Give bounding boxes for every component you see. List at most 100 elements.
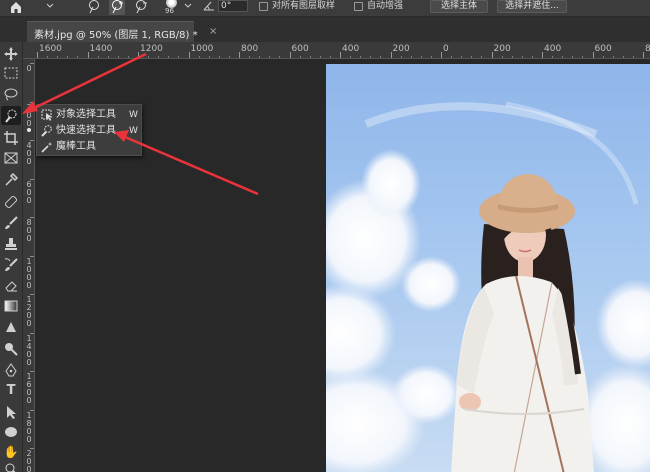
ruler-tick [30,101,34,103]
brush-picker-chevron-icon[interactable] [184,0,192,17]
ruler-tick [30,448,34,449]
magic-wand-icon [41,142,53,153]
ruler-label: 0 [443,44,449,54]
ruler-label: 400 [544,44,562,54]
flyout-item-object-selection[interactable]: 对象选择工具 W [37,107,141,123]
frame-tool-icon[interactable] [1,149,21,168]
subtract-from-selection-mode-button[interactable] [133,0,149,15]
ruler-label: 400 [342,44,360,54]
move-tool-icon[interactable] [1,44,21,63]
quick-selection-icon [41,125,52,137]
ruler-label: 2 0 0 0 [26,449,32,472]
ruler-tick [390,52,392,58]
ruler-tick [30,332,34,334]
brush-size-value: 96 [165,7,174,15]
lasso-tool-icon[interactable] [1,85,21,104]
ellipse-tool-icon[interactable] [1,423,21,442]
ruler-label: 600 [291,44,309,54]
options-bar: 96 0° 对所有图层取样 自动增强 选择主体 选择并遮住... [0,0,650,17]
ruler-tick [643,52,644,58]
document-tab-title: 素材.jpg @ 50% (图层 1, RGB/8) * [34,30,198,41]
ruler-label: 1 6 0 0 [26,372,32,405]
flyout-item-quick-selection[interactable]: 快速选择工具 W [27,123,141,139]
ruler-tick [491,52,493,58]
healing-brush-tool-icon[interactable] [1,192,21,211]
ruler-tick [542,52,543,58]
ruler-label: 200 [392,44,410,54]
ruler-label: 1000 [190,44,214,54]
ruler-label: 1 8 0 0 [26,410,32,444]
ruler-label: 1 2 0 0 [26,295,32,328]
marquee-tool-icon[interactable] [1,64,21,83]
path-selection-tool-icon[interactable] [1,402,21,421]
vertical-ruler: 0 2 0 0 4 0 0 6 0 0 8 0 0 1 0 0 0 1 2 0 0 1 4 0… [23,59,35,472]
new-selection-mode-button[interactable] [86,0,102,15]
ruler-label: 200 [493,44,511,54]
quick-selection-tool-icon[interactable] [1,106,21,125]
ruler-tick [30,63,34,64]
ruler-tick [138,52,139,58]
ruler-tick [30,140,34,141]
pen-tool-icon[interactable] [1,360,21,379]
tool-flyout-menu: 对象选择工具 W 快速选择工具 W 魔棒工具 [27,104,142,156]
auto-enhance-label: 自动增强 [367,1,404,11]
tools-panel: T ✋ [0,42,23,472]
eraser-tool-icon[interactable] [1,276,21,295]
sample-all-layers-label: 对所有图层取样 [272,1,336,11]
document-tab[interactable]: 素材.jpg @ 50% (图层 1, RGB/8) * × [27,21,217,42]
history-brush-tool-icon[interactable] [1,255,21,274]
active-tool-bullet-icon [27,128,31,132]
photo-image[interactable] [326,64,650,472]
flyout-item-magic-wand[interactable]: 魔棒工具 [37,139,141,155]
blur-tool-icon[interactable] [1,318,21,337]
ruler-tick [87,52,89,58]
ruler-tick [441,52,442,58]
ruler-tick [592,52,594,58]
ruler-label: 6 0 0 [26,179,32,205]
document-tab-bar: 素材.jpg @ 50% (图层 1, RGB/8) * × [0,17,650,42]
angle-input[interactable]: 0° [218,0,248,12]
flyout-item-label: 快速选择工具 [56,125,116,136]
brush-tool-icon[interactable] [1,213,21,232]
flyout-item-shortcut: W [129,110,138,120]
flyout-item-label: 魔棒工具 [56,141,96,152]
angle-icon [203,0,215,17]
ruler-tick [30,217,34,218]
select-subject-button[interactable]: 选择主体 [430,0,488,13]
crop-tool-icon[interactable] [1,128,21,147]
zoom-tool-icon[interactable] [1,460,21,472]
gradient-tool-icon[interactable] [1,297,21,316]
clone-stamp-tool-icon[interactable] [1,234,21,253]
ruler-tick [188,52,190,58]
ruler-label: 0 [26,64,32,73]
ruler-label: 600 [594,44,612,54]
ruler-tick [30,371,34,372]
flyout-item-shortcut: W [129,126,138,136]
home-icon[interactable] [9,0,23,17]
eyedropper-tool-icon[interactable] [1,170,21,189]
tool-preset-chevron-icon[interactable] [46,0,56,17]
close-tab-icon[interactable]: × [209,26,217,37]
ruler-label: 1400 [89,44,113,54]
ruler-label: 1 4 0 0 [26,333,32,367]
brush-size-picker[interactable]: 96 [162,0,182,17]
ruler-tick [239,52,240,58]
sample-all-layers-checkbox[interactable] [259,2,268,11]
ruler-tick [30,409,34,411]
auto-enhance-checkbox[interactable] [354,2,363,11]
ruler-tick [37,52,38,58]
flyout-item-label: 对象选择工具 [56,109,116,120]
ruler-label: 2 0 0 [26,102,32,128]
horizontal-ruler: 1600 1400 1200 1000 800 600 400 200 0 200 400 600 80… [23,42,650,59]
ruler-label: 800 [241,44,259,54]
type-tool-icon[interactable]: T [1,381,21,400]
select-and-mask-button[interactable]: 选择并遮住... [497,0,567,13]
ruler-label: 4 0 0 [26,141,32,166]
dodge-tool-icon[interactable] [1,339,21,358]
ruler-label: 1200 [140,44,163,54]
add-to-selection-mode-button[interactable] [109,0,125,15]
ruler-tick [30,178,34,180]
ruler-tick [289,52,291,58]
ruler-tick [30,294,34,295]
ruler-label: 1 0 0 0 [26,256,32,290]
